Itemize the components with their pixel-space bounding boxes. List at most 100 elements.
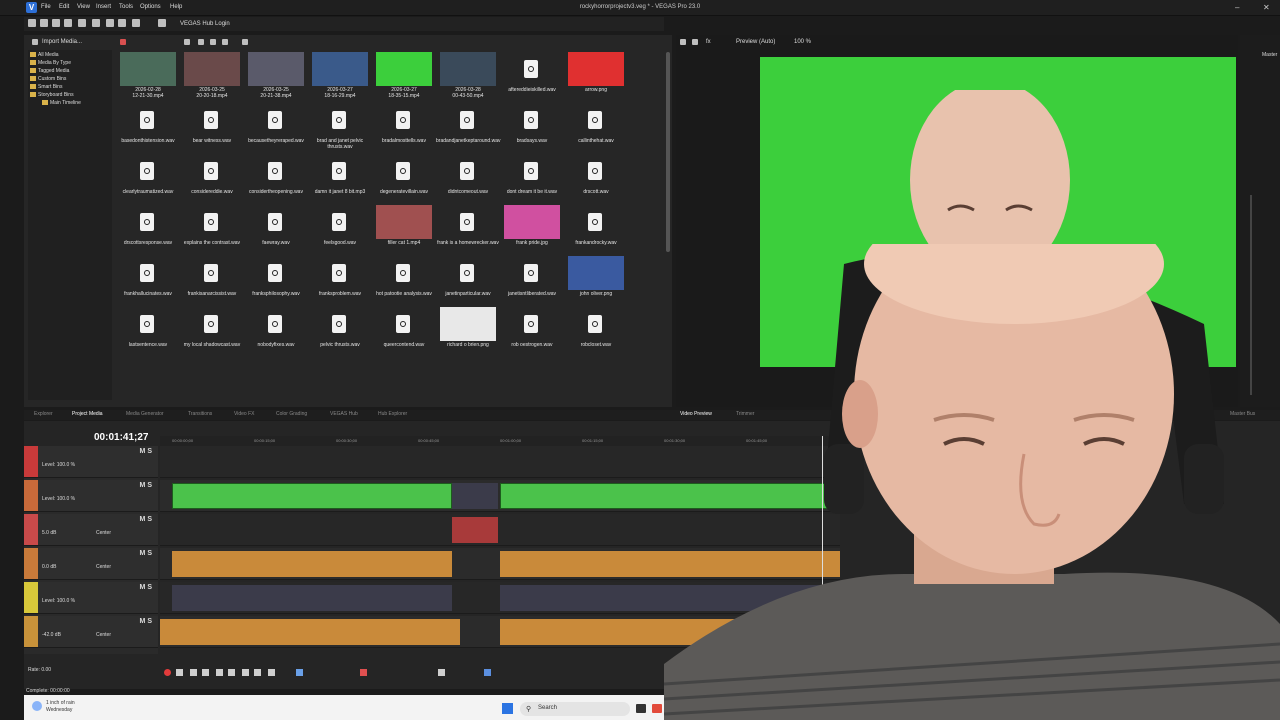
track-header[interactable]: Level: 100.0 % M S <box>24 480 158 512</box>
pan-label[interactable]: Center <box>96 564 111 570</box>
go-end-icon[interactable] <box>268 669 275 676</box>
media-item[interactable]: john oliver.png <box>564 256 628 306</box>
media-item[interactable]: frankandrocky.wav <box>564 205 628 255</box>
media-item[interactable]: robcloset.wav <box>564 307 628 357</box>
media-item[interactable]: hot patootie analysis.wav <box>372 256 436 306</box>
media-item[interactable]: clearlytraumatized.wav <box>116 154 180 204</box>
import-icon[interactable] <box>32 39 38 45</box>
mute-solo-buttons[interactable]: M S <box>140 618 152 625</box>
loop-icon[interactable] <box>176 669 183 676</box>
next-frame-icon[interactable] <box>254 669 261 676</box>
media-item[interactable]: bradandjanetkeptaround.wav <box>436 103 501 153</box>
media-item[interactable]: franksphilosophy.wav <box>244 256 308 306</box>
media-item[interactable]: queercontend.wav <box>372 307 436 357</box>
tree-item-custom-bins[interactable]: Custom Bins <box>38 76 66 82</box>
media-item[interactable]: drscott.wav <box>564 154 628 204</box>
search-icon[interactable] <box>242 39 248 45</box>
media-item[interactable]: frankhallucinates.wav <box>116 256 180 306</box>
pause-icon[interactable] <box>216 669 223 676</box>
track-level[interactable]: Level: 100.0 % <box>42 496 75 502</box>
mute-solo-buttons[interactable]: M S <box>140 448 152 455</box>
tab-transitions[interactable]: Transitions <box>188 411 212 417</box>
preview-quality-dropdown[interactable]: Preview (Auto) <box>736 39 775 45</box>
auto-ripple-icon[interactable] <box>484 669 491 676</box>
minimize-icon[interactable]: – <box>1235 3 1239 12</box>
media-item[interactable]: basedonthistension.wav <box>116 103 180 153</box>
tab-project-media[interactable]: Project Media <box>72 411 103 417</box>
zoom-level[interactable]: 100 % <box>794 39 811 45</box>
media-item[interactable]: drscottsresponse.wav <box>116 205 180 255</box>
media-item[interactable]: dont dream it be it.wav <box>500 154 564 204</box>
track-header[interactable]: Level: 100.0 % M S <box>24 582 158 614</box>
video-clip[interactable] <box>172 585 452 611</box>
properties-icon[interactable] <box>210 39 216 45</box>
close-icon[interactable]: ✕ <box>1263 3 1270 12</box>
media-item[interactable]: explains the contrast.wav <box>180 205 244 255</box>
delete-icon[interactable] <box>118 19 126 27</box>
new-icon[interactable] <box>28 19 36 27</box>
media-item[interactable]: faewray.wav <box>244 205 308 255</box>
copy-icon[interactable] <box>106 19 114 27</box>
tab-vegas-hub[interactable]: VEGAS Hub <box>330 411 358 417</box>
media-item[interactable]: 2026-03-25 20-20-18.mp4 <box>180 52 244 102</box>
mute-solo-buttons[interactable]: M S <box>140 550 152 557</box>
snap-icon[interactable] <box>360 669 367 676</box>
start-icon[interactable] <box>502 703 513 714</box>
tree-item-tagged-media[interactable]: Tagged Media <box>38 68 69 74</box>
app-taskbar-icon[interactable] <box>652 704 662 713</box>
media-item[interactable]: pelvic thrusts.wav <box>308 307 372 357</box>
mute-solo-buttons[interactable]: M S <box>140 516 152 523</box>
edit-tool-icon[interactable] <box>296 669 303 676</box>
mute-solo-buttons[interactable]: M S <box>140 482 152 489</box>
tab-video-fx[interactable]: Video FX <box>234 411 254 417</box>
play-icon[interactable] <box>202 669 209 676</box>
media-item[interactable]: arrow.png <box>564 52 628 102</box>
track-header[interactable]: -42.0 dB M S Center <box>24 616 158 648</box>
media-item[interactable]: bradsays.wav <box>500 103 564 153</box>
media-item[interactable]: janetinparticular.wav <box>436 256 500 306</box>
track-header[interactable]: 0.0 dB M S Center <box>24 548 158 580</box>
media-item[interactable]: feelsgood.wav <box>308 205 372 255</box>
media-scrollbar[interactable] <box>666 52 670 252</box>
media-item[interactable]: damn it janet 8 bit.mp3 <box>308 154 372 204</box>
audio-clip[interactable] <box>172 551 452 577</box>
play-icon[interactable] <box>184 39 190 45</box>
audio-clip[interactable] <box>160 619 460 645</box>
weather-widget[interactable]: 1 inch of rain Wednesday <box>46 700 75 714</box>
views-icon[interactable] <box>222 39 228 45</box>
undo-icon[interactable] <box>132 19 140 27</box>
media-item[interactable]: filler cat 1.mp4 <box>372 205 436 255</box>
media-item[interactable]: 2026-03-27 18-35-15.mp4 <box>372 52 436 102</box>
tree-item-all-media[interactable]: All Media <box>38 52 59 58</box>
lock-icon[interactable] <box>438 669 445 676</box>
media-item[interactable]: 2026-03-25 20-21-38.mp4 <box>244 52 308 102</box>
stop-icon[interactable] <box>198 39 204 45</box>
remove-icon[interactable] <box>120 39 126 45</box>
media-item[interactable]: didntcomeout.wav <box>436 154 500 204</box>
cut-icon[interactable] <box>92 19 100 27</box>
prev-frame-icon[interactable] <box>242 669 249 676</box>
settings-icon[interactable] <box>78 19 86 27</box>
media-item[interactable]: 2026-03-27 18-16-29.mp4 <box>308 52 372 102</box>
track-level[interactable]: Level: 100.0 % <box>42 462 75 468</box>
media-item[interactable]: callinthehat.wav <box>564 103 628 153</box>
media-item[interactable]: bear witness.wav <box>180 103 244 153</box>
track-header[interactable]: Level: 100.0 % M S <box>24 446 158 478</box>
save-icon[interactable] <box>52 19 60 27</box>
track-level[interactable]: 0.0 dB <box>42 564 56 570</box>
track-level[interactable]: 5.0 dB <box>42 530 56 536</box>
pan-label[interactable]: Center <box>96 530 111 536</box>
media-item[interactable]: considertheopening.wav <box>244 154 308 204</box>
video-clip[interactable] <box>452 483 498 509</box>
stop-icon[interactable] <box>228 669 235 676</box>
track-level[interactable]: Level: 100.0 % <box>42 598 75 604</box>
taskbar-search[interactable] <box>520 702 630 716</box>
tab-explorer[interactable]: Explorer <box>34 411 53 417</box>
media-item[interactable]: 2026-02-28 12-21-30.mp4 <box>116 52 180 102</box>
hub-login-link[interactable]: VEGAS Hub Login <box>180 21 230 27</box>
file-explorer-icon[interactable] <box>636 704 646 713</box>
pan-label[interactable]: Center <box>96 632 111 638</box>
weather-icon[interactable] <box>32 701 42 711</box>
media-item[interactable]: lastsentence.wav <box>116 307 180 357</box>
tab-color-grading[interactable]: Color Grading <box>276 411 307 417</box>
